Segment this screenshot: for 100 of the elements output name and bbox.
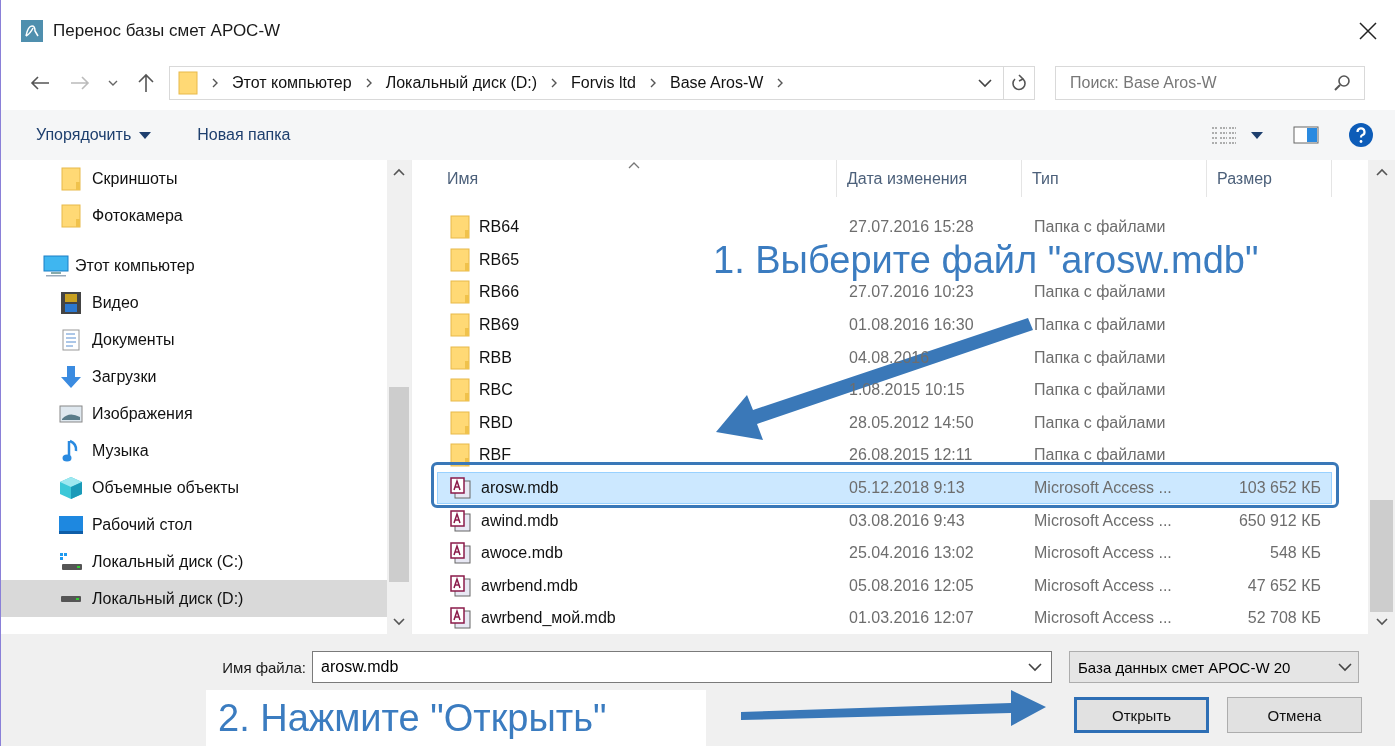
file-name: awoce.mdb (481, 544, 563, 563)
scrollbar-thumb[interactable] (389, 387, 409, 582)
help-icon[interactable] (1349, 123, 1373, 147)
address-bar[interactable]: Этот компьютер Локальный диск (D:) Forvis ltd Base Aros-W (169, 66, 1035, 100)
file-type-dropdown[interactable]: База данных смет АРОС-W 20 (1069, 651, 1359, 683)
database-file-icon (450, 477, 472, 500)
folder-icon (450, 215, 470, 240)
file-type: Microsoft Access ... (1034, 479, 1172, 497)
file-row[interactable]: RBF 26.08.2015 12:11 Папка с файлами (437, 439, 1332, 472)
file-name: RBD (479, 413, 513, 432)
dropdown-caret-icon[interactable] (1251, 131, 1263, 139)
breadcrumb[interactable]: Base Aros-W (669, 74, 764, 92)
chevron-icon (364, 77, 373, 89)
modified-date: 01.03.2016 12:07 (849, 609, 974, 627)
folder-icon (61, 166, 81, 191)
back-arrow-icon (30, 75, 50, 91)
chevron-icon (648, 77, 657, 89)
database-file-icon (450, 574, 472, 597)
file-row[interactable]: awoce.mdb 25.04.2016 13:02 Microsoft Access ... 548 КБ (437, 536, 1332, 570)
forward-arrow-icon (70, 75, 90, 91)
up-arrow-icon (137, 73, 155, 93)
file-size: 52 708 КБ (1247, 609, 1321, 627)
file-name: RBC (479, 381, 513, 400)
modified-date: 1.08.2015 10:15 (849, 381, 965, 399)
scrollbar-thumb[interactable] (1370, 500, 1393, 612)
modified-date: 05.08.2016 12:05 (849, 576, 974, 594)
scrollbar[interactable] (1368, 160, 1395, 634)
file-size: 548 КБ (1270, 544, 1321, 562)
sidebar-item[interactable]: Документы (1, 321, 387, 358)
modified-date: 05.12.2018 9:13 (849, 479, 965, 497)
file-row[interactable]: RB69 01.08.2016 16:30 Папка с файлами (437, 308, 1332, 342)
file-type: Папка с файлами (1034, 348, 1166, 366)
dropdown-icon (1338, 662, 1352, 672)
cube-icon (59, 475, 83, 500)
scroll-up-icon[interactable] (1375, 168, 1388, 176)
file-name: RB66 (479, 283, 520, 302)
organize-menu-button[interactable]: Упорядочить (36, 126, 152, 144)
filename-field[interactable]: arosw.mdb (312, 651, 1052, 683)
sidebar-item[interactable]: Этот компьютер (1, 247, 387, 284)
scroll-down-icon[interactable] (1375, 618, 1388, 626)
scrollbar[interactable] (387, 160, 411, 634)
dialog-button[interactable]: Открыть (1074, 697, 1209, 733)
file-name: RBB (479, 348, 512, 367)
drive-icon (59, 551, 83, 572)
sidebar-item[interactable]: Музыка (1, 432, 387, 469)
database-file-icon (450, 509, 472, 532)
sidebar-item[interactable]: Скриншоты (1, 160, 387, 197)
preview-pane-icon[interactable] (1293, 126, 1319, 144)
refresh-icon[interactable] (1011, 74, 1027, 92)
sidebar-item[interactable]: Загрузки (1, 358, 387, 395)
new-folder-button[interactable]: Новая папка (197, 126, 291, 144)
modified-date: 28.05.2012 14:50 (849, 413, 974, 431)
file-size: 47 652 КБ (1247, 576, 1321, 594)
file-row[interactable]: RBD 28.05.2012 14:50 Папка с файлами (437, 406, 1332, 440)
search-field[interactable]: Поиск: Base Aros-W (1055, 66, 1365, 100)
file-row[interactable]: arosw.mdb 05.12.2018 9:13 Microsoft Access ... 103 652 КБ (437, 471, 1332, 505)
file-row[interactable]: awrbend.mdb 05.08.2016 12:05 Microsoft Access ... 47 652 КБ (437, 569, 1332, 603)
modified-date: 26.08.2015 12:11 (849, 446, 973, 464)
dialog-button[interactable]: Отмена (1227, 697, 1362, 733)
file-type: Папка с файлами (1034, 446, 1166, 464)
sidebar-item[interactable]: Изображения (1, 395, 387, 432)
filename-label: Имя файла: (221, 658, 307, 676)
close-icon[interactable] (1359, 22, 1377, 40)
breadcrumb[interactable]: Этот компьютер (232, 74, 352, 92)
breadcrumb[interactable]: Локальный диск (D:) (385, 74, 538, 92)
file-type: Microsoft Access ... (1034, 576, 1172, 594)
chevron-icon (776, 77, 785, 89)
column-header[interactable]: Тип (1022, 160, 1207, 197)
instruction-tooltip: 2. Нажмите "Открыть" (206, 690, 706, 746)
folder-icon (450, 247, 470, 272)
chevron-icon (211, 77, 219, 89)
sidebar-item[interactable]: Объемные объекты (1, 469, 387, 506)
folder-icon (450, 280, 470, 305)
desktop-icon (59, 515, 83, 534)
file-name: RB64 (479, 218, 520, 237)
sidebar-item[interactable]: Рабочий стол (1, 506, 387, 543)
folder-icon (450, 345, 470, 370)
breadcrumb[interactable]: Forvis ltd (571, 74, 636, 92)
file-type: Папка с файлами (1034, 413, 1166, 431)
scroll-up-icon[interactable] (393, 168, 405, 176)
file-type: Microsoft Access ... (1034, 511, 1172, 529)
scroll-down-icon[interactable] (393, 618, 405, 626)
dropdown-icon (1028, 663, 1042, 672)
film-icon (61, 291, 81, 314)
database-file-icon (450, 607, 472, 630)
column-header[interactable]: Размер (1207, 160, 1332, 197)
app-logo-icon (21, 20, 43, 42)
sidebar-item[interactable]: Фотокамера (1, 197, 387, 234)
column-header[interactable]: Имя (437, 160, 837, 197)
sidebar-item[interactable]: Локальный диск (C:) (1, 543, 387, 580)
file-row[interactable]: awrbend_мой.mdb 01.03.2016 12:07 Microsoft Access ... 52 708 КБ (437, 602, 1332, 635)
sidebar-item[interactable]: Локальный диск (D:) (1, 580, 387, 617)
sidebar-item[interactable]: Видео (1, 284, 387, 321)
file-row[interactable]: RBC 1.08.2015 10:15 Папка с файлами (437, 373, 1332, 407)
file-row[interactable]: awind.mdb 03.08.2016 9:43 Microsoft Access ... 650 912 КБ (437, 504, 1332, 537)
file-type: Папка с файлами (1034, 218, 1166, 236)
file-size: 650 912 КБ (1238, 511, 1321, 529)
file-name: awrbend.mdb (481, 576, 578, 595)
file-type: Папка с файлами (1034, 381, 1166, 399)
column-header[interactable]: Дата изменения (837, 160, 1022, 197)
